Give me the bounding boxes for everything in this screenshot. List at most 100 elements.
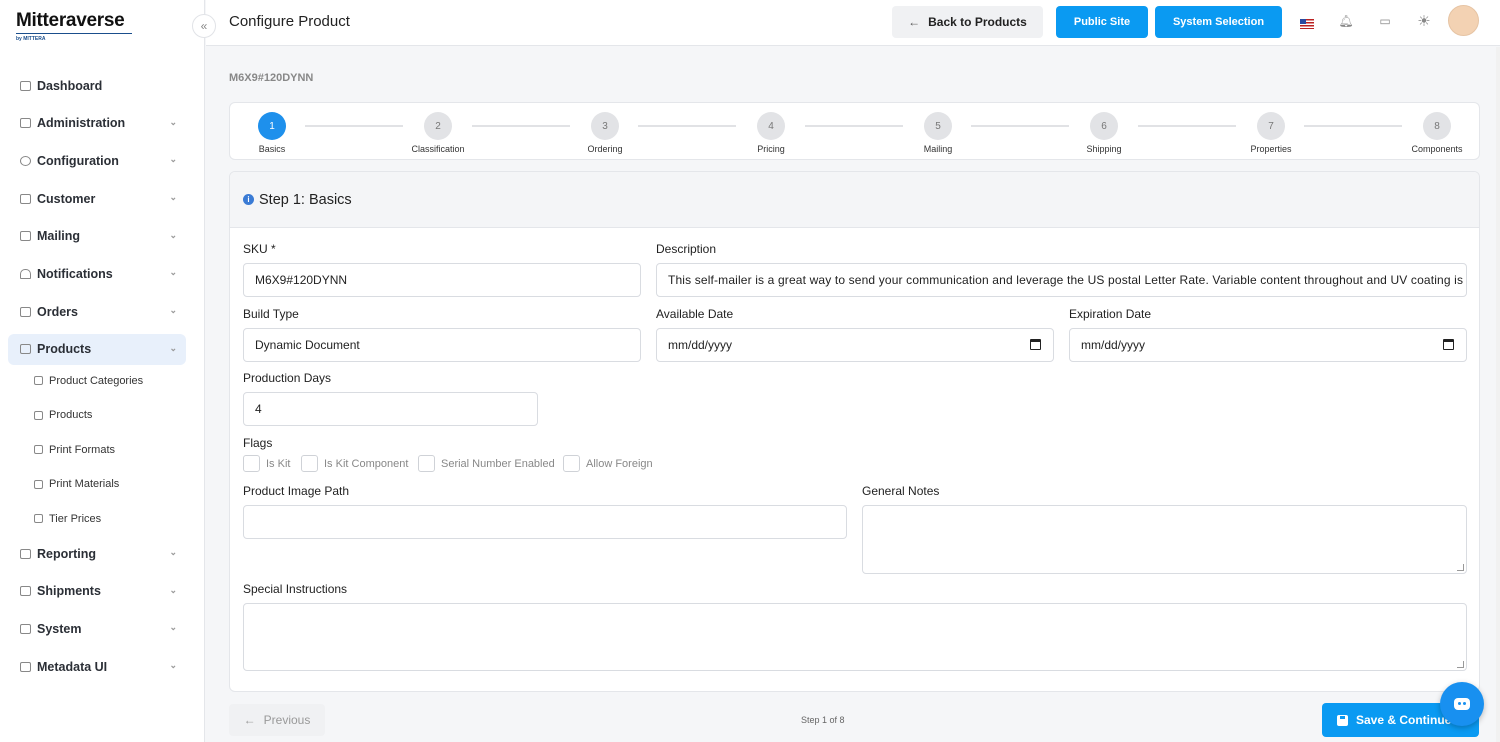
sidebar-subitem-label: Tier Prices	[49, 512, 102, 525]
sidebar-item-label: Notifications	[37, 266, 113, 281]
avatar[interactable]	[1448, 5, 1479, 36]
step-components[interactable]: 8 Components	[1397, 112, 1477, 154]
section-title: Step 1: Basics	[259, 191, 352, 208]
build-type-field[interactable]: Dynamic Document	[243, 328, 641, 362]
sku-label: SKU *	[243, 242, 276, 256]
sidebar-item-label: Metadata UI	[37, 659, 108, 674]
sidebar-nav: Dashboard Administration ⌄ Configuration ⌄…	[8, 70, 186, 689]
product-image-path-field[interactable]	[243, 505, 847, 539]
available-date-label: Available Date	[656, 307, 734, 321]
document-icon	[34, 445, 43, 455]
sidebar-item-dashboard[interactable]: Dashboard	[8, 70, 186, 101]
step-properties[interactable]: 7 Properties	[1231, 112, 1311, 154]
sun-icon: ☀	[1417, 13, 1431, 30]
basics-form-card: i Step 1: Basics SKU * M6X9#120DYNN Descr…	[229, 171, 1480, 692]
chevron-down-icon: ⌄	[169, 622, 177, 633]
step-connector	[472, 125, 570, 127]
sidebar-item-mailing[interactable]: Mailing ⌄	[8, 221, 186, 252]
checkbox-label: Serial Number Enabled	[441, 457, 555, 470]
is-kit-checkbox[interactable]: Is Kit	[243, 455, 290, 472]
special-instructions-textarea[interactable]	[243, 603, 1467, 671]
chevron-down-icon: ⌄	[169, 192, 177, 203]
sidebar-item-products[interactable]: Products ⌄	[8, 333, 186, 365]
gear-icon	[20, 155, 31, 166]
notifications-button[interactable]: 🔔︎	[1338, 13, 1354, 29]
mail-icon	[20, 231, 31, 242]
chevron-down-icon: ⌄	[169, 342, 177, 353]
sidebar-item-customer[interactable]: Customer ⌄	[8, 183, 186, 214]
step-mailing[interactable]: 5 Mailing	[898, 112, 978, 154]
allow-foreign-checkbox[interactable]: Allow Foreign	[563, 455, 653, 472]
description-field[interactable]: This self-mailer is a great way to send …	[656, 263, 1467, 297]
building-icon	[20, 193, 31, 204]
step-ordering[interactable]: 3 Ordering	[565, 112, 645, 154]
save-and-continue-label: Save & Continue	[1356, 713, 1452, 727]
box-icon	[20, 344, 31, 355]
sidebar-subitem-tier-prices[interactable]: Tier Prices	[8, 502, 186, 537]
chevron-down-icon: ⌄	[169, 660, 177, 671]
products-submenu: Product Categories Products Print Format…	[8, 364, 186, 537]
step-classification[interactable]: 2 Classification	[398, 112, 478, 154]
chatbot-button[interactable]	[1440, 682, 1484, 726]
messages-button[interactable]: ▭	[1377, 13, 1393, 29]
step-connector	[805, 125, 903, 127]
sidebar-subitem-print-materials[interactable]: Print Materials	[8, 467, 186, 502]
sidebar-item-configuration[interactable]: Configuration ⌄	[8, 145, 186, 176]
step-label: Ordering	[587, 144, 623, 154]
back-to-products-button[interactable]: ← Back to Products	[892, 6, 1043, 38]
is-kit-component-checkbox[interactable]: Is Kit Component	[301, 455, 408, 472]
sidebar-item-orders[interactable]: Orders ⌄	[8, 296, 186, 327]
sidebar-item-administration[interactable]: Administration ⌄	[8, 108, 186, 139]
step-basics[interactable]: 1 Basics	[232, 112, 312, 154]
system-selection-button[interactable]: System Selection	[1155, 6, 1282, 38]
step-number: 7	[1257, 112, 1285, 140]
flags-label: Flags	[243, 436, 273, 450]
production-days-field[interactable]: 4	[243, 392, 538, 426]
step-number: 6	[1090, 112, 1118, 140]
step-number: 1	[258, 112, 286, 140]
step-connector	[971, 125, 1069, 127]
message-icon: ▭	[1379, 14, 1391, 28]
sidebar-subitem-products[interactable]: Products	[8, 398, 186, 433]
expiration-date-field[interactable]: mm/dd/yyyy	[1069, 328, 1467, 362]
sidebar-item-reporting[interactable]: Reporting ⌄	[8, 538, 186, 569]
step-shipping[interactable]: 6 Shipping	[1064, 112, 1144, 154]
serial-number-enabled-checkbox[interactable]: Serial Number Enabled	[418, 455, 555, 472]
grid-icon	[20, 661, 31, 672]
public-site-button[interactable]: Public Site	[1056, 6, 1148, 38]
step-pricing[interactable]: 4 Pricing	[731, 112, 811, 154]
bell-icon: 🔔︎	[1338, 14, 1354, 28]
checkbox-box[interactable]	[563, 455, 580, 472]
sidebar-item-label: Shipments	[37, 584, 101, 599]
calendar-icon[interactable]	[1443, 339, 1454, 350]
brand-logo[interactable]: Mitteraverse by MITTERA	[16, 10, 132, 42]
checkbox-box[interactable]	[301, 455, 318, 472]
checkbox-box[interactable]	[243, 455, 260, 472]
sidebar-subitem-product-categories[interactable]: Product Categories	[8, 364, 186, 399]
calendar-icon[interactable]	[1030, 339, 1041, 350]
step-number: 2	[424, 112, 452, 140]
back-to-products-label: Back to Products	[928, 15, 1027, 29]
sku-field[interactable]: M6X9#120DYNN	[243, 263, 641, 297]
step-label: Properties	[1250, 144, 1292, 154]
double-chevron-left-icon: «	[200, 19, 208, 33]
special-instructions-label: Special Instructions	[243, 582, 348, 596]
brand-name: Mitteraverse	[16, 10, 125, 31]
sidebar-item-shipments[interactable]: Shipments ⌄	[8, 576, 186, 607]
theme-toggle-button[interactable]: ☀	[1416, 13, 1432, 30]
sidebar-item-metadata-ui[interactable]: Metadata UI ⌄	[8, 651, 186, 682]
general-notes-textarea[interactable]	[862, 505, 1467, 574]
previous-button[interactable]: ← Previous	[229, 704, 325, 736]
language-flag-button[interactable]	[1299, 13, 1315, 29]
sidebar-item-notifications[interactable]: Notifications ⌄	[8, 258, 186, 289]
step-connector	[638, 125, 736, 127]
sidebar-item-system[interactable]: System ⌄	[8, 613, 186, 644]
available-date-field[interactable]: mm/dd/yyyy	[656, 328, 1054, 362]
chevron-down-icon: ⌄	[169, 267, 177, 278]
sidebar-collapse-button[interactable]: «	[192, 14, 216, 38]
description-label: Description	[656, 242, 717, 256]
production-days-label: Production Days	[243, 371, 332, 385]
sidebar-subitem-print-formats[interactable]: Print Formats	[8, 433, 186, 468]
page-scrollbar[interactable]	[1496, 47, 1500, 742]
checkbox-box[interactable]	[418, 455, 435, 472]
